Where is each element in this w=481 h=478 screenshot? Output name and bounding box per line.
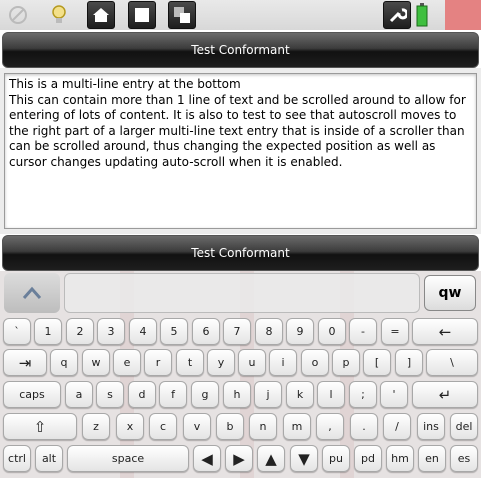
key-row4-10[interactable]: / [383,413,411,440]
key-row1-8[interactable]: 8 [255,318,283,345]
key-row1-7[interactable]: 7 [223,318,251,345]
key-row3-7[interactable]: j [254,381,282,408]
key-row4-1[interactable]: z [82,413,110,440]
key-row4-12[interactable]: del [450,413,478,440]
key-row1-5[interactable]: 5 [160,318,188,345]
key-row3-0[interactable]: caps [3,381,61,408]
key-row2-5[interactable]: t [176,349,204,376]
key-row1-10[interactable]: 0 [318,318,346,345]
key-row3-10[interactable]: ; [349,381,377,408]
key-row2-4[interactable]: r [144,349,172,376]
key-row5-8[interactable]: pd [354,445,382,472]
key-row5-11[interactable]: es [450,445,478,472]
keyboard-top-bar: qw [0,271,481,315]
key-row4-6[interactable]: n [249,413,277,440]
conformant-label-bottom: Test Conformant [191,246,290,260]
window-icon[interactable] [128,1,156,29]
key-row4-0[interactable]: ⇧ [3,413,77,440]
home-icon[interactable] [87,1,115,29]
key-row3-1[interactable]: a [65,381,93,408]
key-row3-2[interactable]: s [96,381,124,408]
key-row2-0[interactable]: ⇥ [3,349,47,376]
key-row5-10[interactable]: en [418,445,446,472]
battery-icon [412,1,432,29]
key-row5-4[interactable]: ▶ [225,445,253,472]
key-row1-12[interactable]: = [381,318,409,345]
keyboard-layout-label: qw [438,285,462,301]
conformant-label-top: Test Conformant [191,43,290,57]
key-row5-6[interactable]: ▼ [290,445,318,472]
key-row4-4[interactable]: v [183,413,211,440]
key-row4-2[interactable]: x [116,413,144,440]
key-row5-9[interactable]: hm [386,445,414,472]
status-color-block [445,0,481,30]
key-row3-3[interactable]: d [128,381,156,408]
key-row3-8[interactable]: k [286,381,314,408]
keyboard-suggestion-strip [64,273,420,313]
key-row5-7[interactable]: pu [322,445,350,472]
key-row2-8[interactable]: i [269,349,297,376]
top-status-bar [0,0,481,30]
key-row5-1[interactable]: alt [35,445,63,472]
key-row2-2[interactable]: w [82,349,110,376]
key-row5-5[interactable]: ▲ [257,445,285,472]
virtual-keyboard: qw ` 1 2 3 4 5 6 7 8 9 0- = ← ⇥ q w e r t y u i o p[] \ caps a s d f g… [0,271,481,478]
key-row2-10[interactable]: p [332,349,360,376]
wrench-icon[interactable] [383,1,411,29]
conformant-bar-top: Test Conformant [2,32,479,68]
key-row1-4[interactable]: 4 [129,318,157,345]
key-row4-3[interactable]: c [149,413,177,440]
key-row2-3[interactable]: e [113,349,141,376]
keyboard-layout-switch-button[interactable]: qw [424,275,476,311]
key-row4-9[interactable]: . [350,413,378,440]
key-row1-2[interactable]: 2 [66,318,94,345]
chevron-up-icon [22,286,42,299]
key-row4-7[interactable]: m [283,413,311,440]
key-row1-11[interactable]: - [349,318,377,345]
key-row2-7[interactable]: u [238,349,266,376]
key-row5-3[interactable]: ◀ [193,445,221,472]
key-row3-4[interactable]: f [159,381,187,408]
key-row4-11[interactable]: ins [417,413,445,440]
conformant-bar-bottom: Test Conformant [2,235,479,271]
key-row3-5[interactable]: g [191,381,219,408]
key-row2-9[interactable]: o [301,349,329,376]
keyboard-hide-button[interactable] [4,273,60,313]
key-row2-11[interactable]: [ [363,349,391,376]
key-row2-1[interactable]: q [50,349,78,376]
key-row3-11[interactable]: ' [380,381,408,408]
key-row4-5[interactable]: b [216,413,244,440]
key-row5-2[interactable]: space [67,445,189,472]
key-row1-1[interactable]: 1 [34,318,62,345]
windows-stack-icon[interactable] [168,1,196,29]
key-row1-6[interactable]: 6 [192,318,220,345]
lightbulb-icon[interactable] [45,1,73,29]
key-row3-12[interactable]: ↵ [412,381,478,408]
key-row2-6[interactable]: y [207,349,235,376]
key-row5-0[interactable]: ctrl [3,445,31,472]
key-row4-8[interactable]: , [316,413,344,440]
multiline-entry[interactable]: This is a multi-line entry at the bottom… [4,73,477,229]
no-entry-icon[interactable] [4,1,32,29]
key-row2-12[interactable]: ] [395,349,423,376]
key-row1-0[interactable]: ` [3,318,31,345]
key-row1-13[interactable]: ← [412,318,478,345]
key-row3-6[interactable]: h [223,381,251,408]
key-row1-9[interactable]: 9 [286,318,314,345]
key-row2-13[interactable]: \ [426,349,478,376]
key-row3-9[interactable]: l [317,381,345,408]
key-row1-3[interactable]: 3 [97,318,125,345]
